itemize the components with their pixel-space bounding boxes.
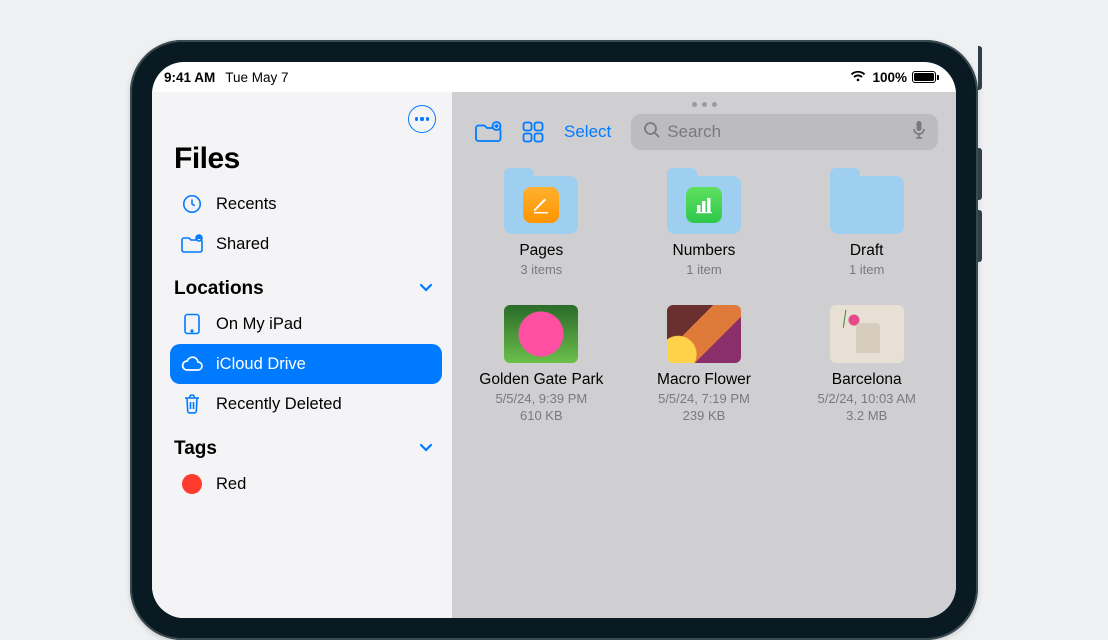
item-meta: 3 items <box>520 262 562 277</box>
item-name: Pages <box>519 242 563 260</box>
file-golden-gate-park[interactable]: Golden Gate Park 5/5/24, 9:39 PM 610 KB <box>460 295 623 441</box>
sidebar-item-label: iCloud Drive <box>216 355 306 374</box>
item-name: Macro Flower <box>657 371 751 389</box>
search-placeholder: Search <box>667 122 905 142</box>
view-mode-button[interactable] <box>522 121 544 143</box>
sidebar: Files Recents Shared Locations <box>152 92 452 618</box>
image-thumbnail <box>830 305 904 363</box>
select-button[interactable]: Select <box>564 122 611 142</box>
sidebar-item-label: On My iPad <box>216 315 302 334</box>
file-grid: Pages 3 items Numbers 1 item <box>452 158 956 618</box>
sidebar-item-icloud-drive[interactable]: iCloud Drive <box>170 344 442 384</box>
sidebar-item-label: Shared <box>216 235 269 254</box>
search-icon <box>643 121 660 143</box>
folder-pages[interactable]: Pages 3 items <box>460 166 623 295</box>
sidebar-item-on-my-ipad[interactable]: On My iPad <box>170 304 442 344</box>
trash-icon <box>180 393 204 415</box>
clock-icon <box>180 193 204 215</box>
status-date: Tue May 7 <box>225 70 288 85</box>
screen: 9:41 AM Tue May 7 100% Files <box>152 62 956 618</box>
item-size: 3.2 MB <box>846 408 887 423</box>
sidebar-item-recently-deleted[interactable]: Recently Deleted <box>170 384 442 424</box>
section-label: Tags <box>174 438 217 460</box>
folder-icon <box>504 176 578 234</box>
battery-icon <box>912 71 936 83</box>
battery-pct: 100% <box>872 70 907 85</box>
folder-numbers[interactable]: Numbers 1 item <box>623 166 786 295</box>
wifi-icon <box>849 69 867 85</box>
new-folder-button[interactable] <box>474 121 502 143</box>
sidebar-item-recents[interactable]: Recents <box>170 184 442 224</box>
item-date: 5/2/24, 10:03 AM <box>818 391 916 406</box>
file-macro-flower[interactable]: Macro Flower 5/5/24, 7:19 PM 239 KB <box>623 295 786 441</box>
sidebar-item-label: Red <box>216 475 246 494</box>
chevron-down-icon <box>418 439 434 460</box>
status-bar: 9:41 AM Tue May 7 100% <box>152 62 956 92</box>
file-barcelona[interactable]: Barcelona 5/2/24, 10:03 AM 3.2 MB <box>785 295 948 441</box>
pages-app-icon <box>523 187 559 223</box>
numbers-app-icon <box>686 187 722 223</box>
item-meta: 1 item <box>849 262 884 277</box>
multitask-grabber[interactable] <box>452 92 956 112</box>
ipad-icon <box>180 313 204 335</box>
folder-draft[interactable]: Draft 1 item <box>785 166 948 295</box>
section-header-tags[interactable]: Tags <box>170 424 442 464</box>
sidebar-item-label: Recently Deleted <box>216 395 342 414</box>
item-size: 610 KB <box>520 408 563 423</box>
cloud-icon <box>180 355 204 373</box>
item-name: Golden Gate Park <box>479 371 603 389</box>
tag-dot-icon <box>180 474 204 494</box>
item-name: Barcelona <box>832 371 902 389</box>
item-meta: 1 item <box>686 262 721 277</box>
section-label: Locations <box>174 278 264 300</box>
image-thumbnail <box>667 305 741 363</box>
item-name: Numbers <box>673 242 736 260</box>
status-time: 9:41 AM <box>164 70 215 85</box>
mic-icon[interactable] <box>912 120 926 145</box>
item-name: Draft <box>850 242 884 260</box>
ipad-frame: 9:41 AM Tue May 7 100% Files <box>130 40 978 640</box>
main-toolbar: Select Search <box>452 112 956 158</box>
sidebar-item-label: Recents <box>216 195 277 214</box>
image-thumbnail <box>504 305 578 363</box>
section-header-locations[interactable]: Locations <box>170 264 442 304</box>
search-field[interactable]: Search <box>631 114 938 150</box>
folder-icon <box>667 176 741 234</box>
item-date: 5/5/24, 7:19 PM <box>658 391 750 406</box>
sidebar-more-button[interactable] <box>408 105 436 133</box>
content-pane: Select Search <box>452 92 956 618</box>
sidebar-item-shared[interactable]: Shared <box>170 224 442 264</box>
folder-icon <box>830 176 904 234</box>
chevron-down-icon <box>418 279 434 300</box>
item-size: 239 KB <box>683 408 726 423</box>
shared-folder-icon <box>180 234 204 254</box>
item-date: 5/5/24, 9:39 PM <box>495 391 587 406</box>
sidebar-item-tag-red[interactable]: Red <box>170 464 442 504</box>
sidebar-title: Files <box>170 142 442 184</box>
